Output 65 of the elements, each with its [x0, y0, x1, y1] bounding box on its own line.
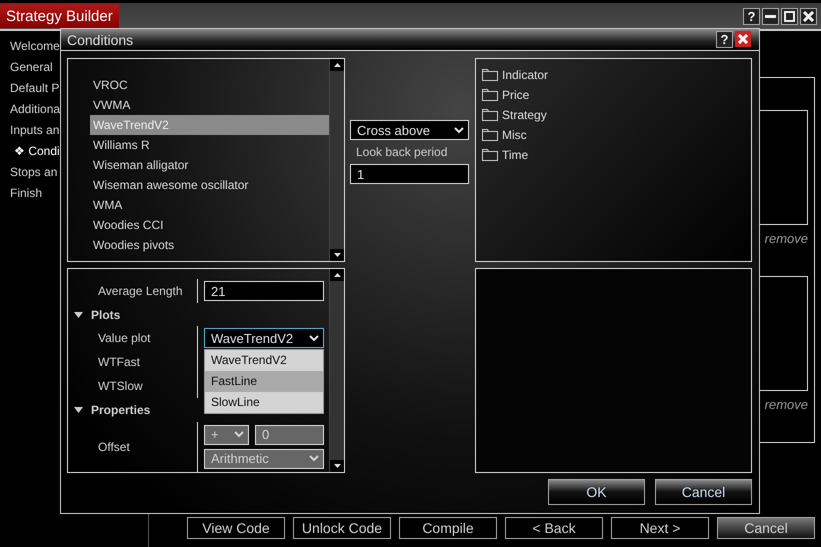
minimize-icon[interactable]	[765, 14, 776, 18]
footer-button[interactable]: Cancel	[717, 517, 815, 539]
property-label: Average Length	[68, 279, 198, 303]
section-heading[interactable]: Plots	[91, 308, 120, 322]
footer-button[interactable]: View Code	[187, 517, 285, 539]
input-field[interactable]: 21	[204, 281, 324, 301]
list-item[interactable]: Woodies CCI	[90, 215, 329, 235]
dialog-button[interactable]: OK	[548, 479, 645, 505]
triangle-down-icon[interactable]	[74, 312, 83, 318]
scrollbar[interactable]	[329, 269, 344, 472]
arrow-up-icon[interactable]	[334, 273, 340, 277]
arrow-up-icon[interactable]	[334, 63, 340, 67]
help-button[interactable]: ?	[743, 8, 760, 24]
maximize-button[interactable]	[781, 8, 798, 24]
input-field[interactable]: 1	[350, 164, 469, 184]
property-label: Offset	[68, 422, 198, 472]
dialog-title: Conditions	[67, 32, 134, 48]
tree-item[interactable]: Time	[502, 148, 528, 162]
footer-button[interactable]: Next >	[611, 517, 709, 539]
chevron-down-icon	[454, 126, 464, 134]
footer-button[interactable]: Unlock Code	[293, 517, 391, 539]
folder-icon	[482, 149, 498, 161]
dropdown-option[interactable]: WaveTrendV2	[205, 350, 323, 372]
dialog-button[interactable]: Cancel	[655, 479, 752, 505]
list-item[interactable]: VWMA	[90, 95, 329, 115]
property-label: WTFast	[68, 350, 198, 374]
arrow-down-icon[interactable]	[334, 464, 340, 468]
property-label: WTSlow	[68, 374, 198, 398]
property-label: Value plot	[68, 326, 198, 350]
arrow-down-icon[interactable]	[334, 253, 340, 257]
folder-icon	[482, 109, 498, 121]
tree-item[interactable]: Indicator	[502, 68, 548, 82]
window-title: Strategy Builder	[0, 4, 119, 28]
footer-button[interactable]: < Back	[505, 517, 603, 539]
chevron-down-icon	[309, 334, 319, 342]
list-item[interactable]: Woodies pivots	[90, 235, 329, 255]
folder-icon	[482, 69, 498, 81]
section-heading[interactable]: Properties	[91, 402, 150, 417]
help-button[interactable]: ?	[716, 31, 733, 48]
dropdown-option[interactable]: SlowLine	[205, 392, 323, 414]
dropdown-option[interactable]: FastLine	[205, 371, 323, 392]
list-item[interactable]: Wiseman alligator	[90, 155, 329, 175]
list-item[interactable]: WMA	[90, 195, 329, 215]
tree-item[interactable]: Misc	[502, 128, 527, 142]
footer-button[interactable]: Compile	[399, 517, 497, 539]
close-icon[interactable]	[803, 10, 814, 22]
tree-item[interactable]: Price	[502, 88, 530, 102]
folder-icon	[482, 89, 498, 101]
remove-link[interactable]: remove	[764, 397, 808, 412]
folder-icon	[482, 129, 498, 141]
close-button[interactable]	[800, 8, 817, 24]
chevron-down-icon	[309, 455, 319, 462]
dropdown[interactable]: WaveTrendV2	[204, 328, 324, 348]
triangle-down-icon[interactable]	[74, 406, 83, 413]
maximize-icon[interactable]	[784, 10, 795, 22]
tree-item[interactable]: Strategy	[502, 108, 547, 122]
field-label: Look back period	[355, 145, 448, 159]
chevron-down-icon	[234, 431, 244, 438]
scrollbar[interactable]	[329, 59, 344, 261]
list-item[interactable]: VROC	[90, 75, 329, 95]
remove-link[interactable]: remove	[764, 231, 808, 246]
minimize-button[interactable]	[762, 8, 779, 24]
operator-dropdown[interactable]: Cross above	[350, 120, 469, 140]
list-item[interactable]: Wiseman awesome oscillator	[90, 175, 329, 195]
list-item[interactable]: Williams R	[90, 135, 329, 155]
